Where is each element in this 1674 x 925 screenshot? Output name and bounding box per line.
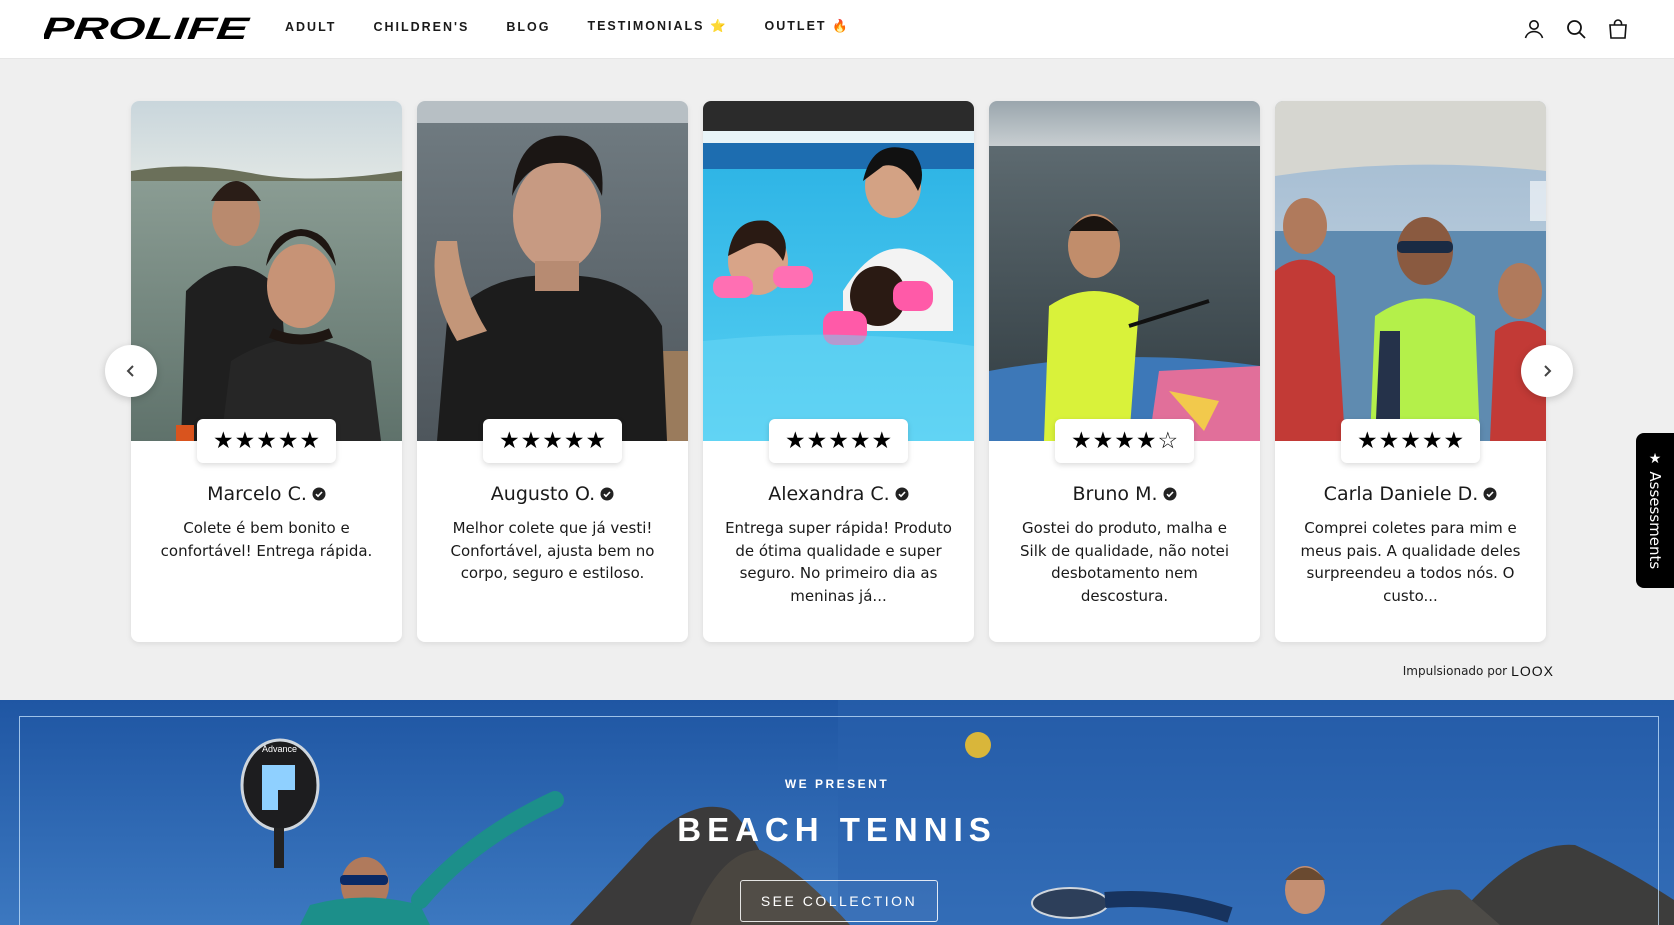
star-icon: ★: [784, 427, 806, 454]
review-card[interactable]: ★ ★ ★ ★ ★ Alexandra C. Entrega super rápida!…: [703, 101, 974, 642]
star-icon: ★: [1400, 427, 1421, 454]
nav-item-testimonials[interactable]: TESTIMONIALS ⭐: [587, 19, 727, 34]
star-icon: ★: [520, 427, 542, 454]
reviewer-name: Augusto O.: [417, 483, 688, 505]
star-icon: ★: [1648, 450, 1662, 467]
star-icon: ★: [1421, 427, 1443, 454]
rating-stars: ★ ★ ★ ★ ★: [1341, 419, 1480, 463]
site-header: PROLIFE ADULT CHILDREN'S BLOG TESTIMONIA…: [0, 0, 1674, 59]
rating-stars: ★ ★ ★ ★ ★: [769, 419, 908, 463]
rating-stars: ★ ★ ★ ★ ☆: [1055, 419, 1194, 463]
review-photo: [1275, 101, 1546, 441]
reviews-carousel: ★ ★ ★ ★ ★ Marcelo C. Colete é bem bonito e c…: [0, 60, 1674, 700]
reviewer-name-text: Augusto O.: [490, 483, 596, 505]
star-icon: ★: [234, 427, 256, 454]
assessments-side-tab[interactable]: ★ Assessments: [1636, 433, 1674, 588]
reviewer-name-text: Bruno M.: [1072, 483, 1158, 505]
review-photo: [131, 101, 402, 441]
reviewer-name: Carla Daniele D.: [1275, 483, 1546, 505]
star-icon: ★: [806, 427, 828, 454]
chevron-left-icon: [126, 365, 134, 377]
review-card[interactable]: ★ ★ ★ ★ ☆ Bruno M. Gostei do produto, malha …: [989, 101, 1260, 642]
review-photo: [989, 101, 1260, 441]
verified-badge-icon: [312, 487, 326, 501]
verified-badge-icon: [600, 487, 614, 501]
star-icon: ★: [1356, 427, 1378, 454]
review-photo: [703, 101, 974, 441]
rating-stars: ★ ★ ★ ★ ★: [483, 419, 622, 463]
star-icon: ★: [1092, 427, 1114, 454]
review-text: Entrega super rápida! Produto de ótima q…: [725, 519, 952, 605]
reviewer-name-text: Alexandra C.: [768, 483, 890, 505]
star-empty-icon: ☆: [1157, 427, 1179, 454]
star-icon: ★: [212, 427, 234, 454]
star-icon: ★: [1443, 427, 1465, 454]
reviewer-name: Marcelo C.: [131, 483, 402, 505]
hero-eyebrow: WE PRESENT: [784, 777, 890, 791]
logo-text: PROLIFE: [44, 13, 252, 43]
see-collection-button[interactable]: SEE COLLECTION: [740, 880, 938, 922]
star-icon: ★: [1378, 427, 1400, 454]
review-photo: [417, 101, 688, 441]
review-text: Melhor colete que já vesti! Confortável,…: [450, 519, 655, 582]
review-card[interactable]: ★ ★ ★ ★ ★ Marcelo C. Colete é bem bonito e c…: [131, 101, 402, 642]
verified-badge-icon: [895, 487, 909, 501]
carousel-next-button[interactable]: [1521, 345, 1573, 397]
verified-badge-icon: [1163, 487, 1177, 501]
star-icon: ★: [498, 427, 520, 454]
star-icon: ★: [1135, 427, 1157, 454]
nav-item-blog[interactable]: BLOG: [506, 19, 550, 34]
reviewer-name: Bruno M.: [989, 483, 1260, 505]
star-icon: ★: [563, 427, 585, 454]
star-icon: ★: [1070, 427, 1092, 454]
side-tab-label: Assessments: [1646, 470, 1664, 569]
star-icon: ★: [256, 427, 277, 454]
review-card[interactable]: ★ ★ ★ ★ ★ Augusto O. Melhor colete que já ve…: [417, 101, 688, 642]
cart-icon[interactable]: [1606, 17, 1630, 41]
star-icon: ★: [277, 427, 299, 454]
prolife-logo[interactable]: PROLIFE: [44, 13, 254, 43]
reviewer-name-text: Carla Daniele D.: [1323, 483, 1479, 505]
verified-badge-icon: [1483, 487, 1497, 501]
nav-item-childrens[interactable]: CHILDREN'S: [373, 19, 469, 34]
chevron-right-icon: [1544, 365, 1552, 377]
search-icon[interactable]: [1564, 17, 1588, 41]
carousel-prev-button[interactable]: [105, 345, 157, 397]
review-text: Gostei do produto, malha e Silk de quali…: [1020, 519, 1229, 605]
nav-item-adult[interactable]: ADULT: [285, 19, 336, 34]
reviewer-name: Alexandra C.: [703, 483, 974, 505]
account-icon[interactable]: [1522, 17, 1546, 41]
nav-item-outlet[interactable]: OUTLET 🔥: [765, 19, 850, 34]
review-text: Comprei coletes para mim e meus pais. A …: [1300, 519, 1521, 605]
star-icon: ★: [1114, 427, 1135, 454]
hero-title: BEACH TENNIS: [677, 811, 997, 848]
star-icon: ★: [849, 427, 871, 454]
loox-logo: LOOX: [1511, 663, 1554, 679]
star-icon: ★: [542, 427, 563, 454]
main-nav: ADULT CHILDREN'S BLOG TESTIMONIALS ⭐ OUT…: [285, 19, 887, 34]
header-icons: [1522, 17, 1630, 41]
review-card[interactable]: ★ ★ ★ ★ ★ Carla Daniele D. Comprei coletes p…: [1275, 101, 1546, 642]
star-icon: ★: [871, 427, 893, 454]
side-tab-content: ★ Assessments: [1646, 450, 1664, 569]
review-text: Colete é bem bonito e confortável! Entre…: [160, 519, 373, 560]
powered-by-text: Impulsionado por: [1402, 664, 1508, 678]
hero-banner: Advance WE PRESENT BEACH TENNIS SEE COLL…: [0, 700, 1674, 925]
star-icon: ★: [585, 427, 607, 454]
star-icon: ★: [828, 427, 849, 454]
reviewer-name-text: Marcelo C.: [207, 483, 307, 505]
rating-stars: ★ ★ ★ ★ ★: [197, 419, 336, 463]
powered-by[interactable]: Impulsionado por LOOX: [1403, 663, 1554, 679]
star-icon: ★: [299, 427, 321, 454]
